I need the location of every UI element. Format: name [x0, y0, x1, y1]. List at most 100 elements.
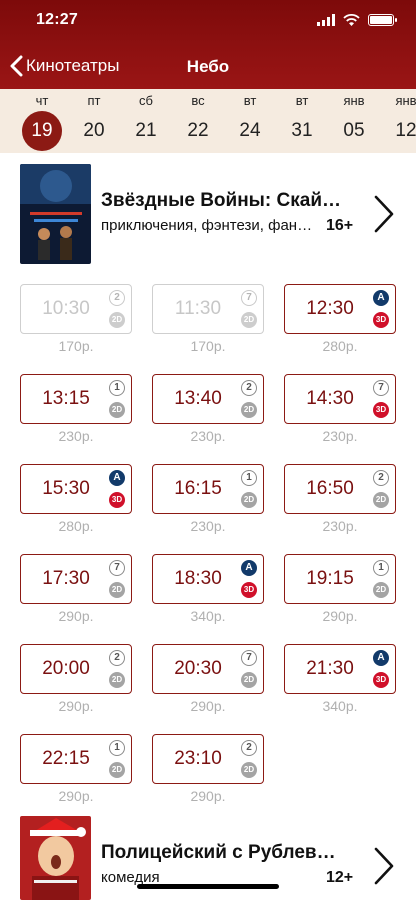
hall-badge: 2 [109, 290, 125, 306]
session-button[interactable]: 11:30 7 2D [152, 284, 264, 334]
format-badge: 2D [373, 492, 389, 508]
session-button[interactable]: 20:00 2 2D [20, 644, 132, 694]
signal-icon [317, 14, 335, 26]
hall-badge: 2 [109, 650, 125, 666]
movie-poster [20, 164, 91, 264]
session-button[interactable]: 16:15 1 2D [152, 464, 264, 514]
session-button[interactable]: 18:30 A 3D [152, 554, 264, 604]
session-button[interactable]: 17:30 7 2D [20, 554, 132, 604]
atmos-badge: A [373, 650, 389, 666]
session-price: 290р. [58, 608, 94, 624]
date-weekday: вс [191, 93, 205, 108]
date-item[interactable]: чт 19 [18, 89, 66, 153]
session-button[interactable]: 13:40 2 2D [152, 374, 264, 424]
movie-genres: приключения, фэнтези, фантастика [101, 217, 313, 234]
session-price: 230р. [190, 518, 226, 534]
session-button[interactable]: 13:15 1 2D [20, 374, 132, 424]
movie-title: Полицейский с Рублевки. Новогодний беспр… [101, 842, 341, 863]
session-price: 290р. [190, 698, 226, 714]
session-price: 290р. [58, 698, 94, 714]
format-badge: 3D [373, 402, 389, 418]
format-badge: 2D [109, 762, 125, 778]
format-badge: 2D [241, 762, 257, 778]
format-badge: 2D [241, 672, 257, 688]
session-button[interactable]: 15:30 A 3D [20, 464, 132, 514]
session-time: 11:30 [174, 298, 222, 319]
session-price: 290р. [190, 788, 226, 804]
format-badge: 2D [241, 312, 257, 328]
date-item[interactable]: янв 05 [330, 89, 378, 153]
age-rating: 16+ [326, 217, 354, 234]
date-day: 05 [343, 120, 365, 141]
atmos-badge: A [241, 560, 257, 576]
session-time: 22:15 [42, 748, 90, 769]
status-icons [317, 14, 397, 26]
format-badge: 3D [373, 312, 389, 328]
format-badge: 3D [241, 582, 257, 598]
nav-header: 12:27 Кинотеатры Небо [0, 0, 416, 89]
date-item[interactable]: сб 21 [122, 89, 170, 153]
home-indicator[interactable] [137, 884, 279, 889]
date-item[interactable]: вт 24 [226, 89, 274, 153]
date-item[interactable]: вт 31 [278, 89, 326, 153]
date-day: 24 [239, 120, 261, 141]
session-button[interactable]: 16:50 2 2D [284, 464, 396, 514]
session-time: 20:00 [42, 658, 90, 679]
date-day: 12 [395, 120, 416, 141]
movie-row[interactable]: Звёздные Войны: Скайуокер. Восход приклю… [0, 164, 416, 274]
session-price: 290р. [322, 608, 358, 624]
session-price: 230р. [190, 428, 226, 444]
session-button[interactable]: 23:10 2 2D [152, 734, 264, 784]
hall-badge: 7 [241, 290, 257, 306]
session-time: 12:30 [306, 298, 354, 319]
date-item[interactable]: янв 12 [382, 89, 416, 153]
movie-title: Звёздные Войны: Скайуокер. Восход [101, 190, 341, 211]
movie-poster [20, 816, 91, 900]
format-badge: 2D [109, 582, 125, 598]
date-item[interactable]: вс 22 [174, 89, 222, 153]
session-button[interactable]: 20:30 7 2D [152, 644, 264, 694]
date-day: 21 [135, 120, 157, 141]
format-badge: 2D [109, 672, 125, 688]
session-time: 16:50 [306, 478, 354, 499]
session-button[interactable]: 19:15 1 2D [284, 554, 396, 604]
age-rating: 12+ [326, 869, 354, 886]
hall-badge: 7 [241, 650, 257, 666]
format-badge: 2D [373, 582, 389, 598]
chevron-right-icon[interactable] [373, 194, 395, 234]
hall-badge: 1 [373, 560, 389, 576]
session-button[interactable]: 22:15 1 2D [20, 734, 132, 784]
date-item[interactable]: пт 20 [70, 89, 118, 153]
session-button[interactable]: 10:30 2 2D [20, 284, 132, 334]
session-price: 290р. [58, 788, 94, 804]
session-time: 15:30 [42, 478, 90, 499]
hall-badge: 7 [109, 560, 125, 576]
hall-badge: 1 [109, 740, 125, 756]
atmos-badge: A [373, 290, 389, 306]
chevron-right-icon[interactable] [373, 846, 395, 886]
date-weekday: янв [343, 93, 365, 108]
session-time: 18:30 [174, 568, 222, 589]
wifi-icon [343, 14, 360, 26]
date-weekday: янв [395, 93, 416, 108]
session-price: 340р. [190, 608, 226, 624]
hall-badge: 1 [241, 470, 257, 486]
session-time: 10:30 [42, 298, 90, 319]
date-selector: чт 19 пт 20 сб 21 вс 22 вт 24 вт 31 янв … [0, 89, 416, 153]
session-time: 13:40 [174, 388, 222, 409]
session-time: 14:30 [306, 388, 354, 409]
format-badge: 3D [109, 492, 125, 508]
session-time: 16:15 [174, 478, 222, 499]
session-time: 23:10 [174, 748, 222, 769]
hall-badge: 7 [373, 380, 389, 396]
page-title: Небо [186, 57, 230, 76]
session-time: 17:30 [42, 568, 90, 589]
session-button[interactable]: 21:30 A 3D [284, 644, 396, 694]
date-day: 20 [83, 120, 105, 141]
session-price: 230р. [322, 428, 358, 444]
session-button[interactable]: 12:30 A 3D [284, 284, 396, 334]
session-time: 21:30 [306, 658, 354, 679]
session-button[interactable]: 14:30 7 3D [284, 374, 396, 424]
date-weekday: вт [295, 93, 309, 108]
date-weekday: сб [139, 93, 153, 108]
